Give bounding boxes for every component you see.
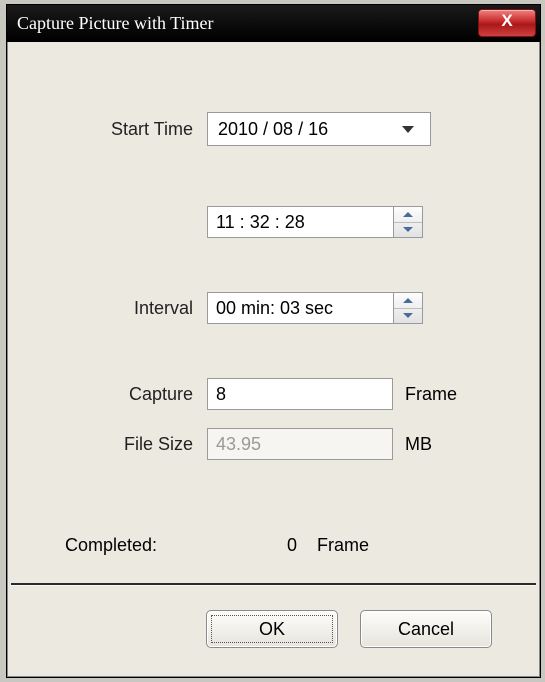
filesize-output (207, 428, 393, 460)
label-interval: Interval (65, 298, 207, 319)
interval-spin-down[interactable] (394, 309, 422, 324)
row-filesize: File Size MB (7, 428, 540, 460)
start-time-input[interactable] (207, 206, 393, 238)
ok-button[interactable]: OK (206, 610, 338, 648)
field-filesize: MB (207, 428, 432, 460)
field-start-time (207, 206, 423, 238)
capture-input[interactable] (207, 378, 393, 410)
row-start-time (7, 206, 540, 238)
dialog-body: Start Time 2010 / 08 / 16 (7, 42, 540, 678)
time-spin-down[interactable] (394, 223, 422, 238)
field-capture: Frame (207, 378, 457, 410)
arrow-up-icon (403, 298, 413, 303)
button-bar: OK Cancel (206, 610, 492, 648)
completed-unit: Frame (317, 535, 369, 556)
form-area: Start Time 2010 / 08 / 16 (7, 42, 540, 460)
interval-input[interactable] (207, 292, 393, 324)
dialog-window: Capture Picture with Timer X Start Time … (6, 4, 541, 678)
label-filesize: File Size (65, 434, 207, 455)
row-interval: Interval (7, 292, 540, 324)
row-start-date: Start Time 2010 / 08 / 16 (7, 112, 540, 146)
start-date-dropdown[interactable]: 2010 / 08 / 16 (207, 112, 431, 146)
title-bar: Capture Picture with Timer X (7, 5, 540, 42)
time-spinner (393, 206, 423, 238)
row-capture: Capture Frame (7, 378, 540, 410)
close-button[interactable]: X (478, 9, 536, 37)
arrow-up-icon (403, 212, 413, 217)
label-capture: Capture (65, 384, 207, 405)
close-icon: X (501, 11, 512, 30)
label-completed: Completed: (65, 535, 207, 556)
arrow-down-icon (403, 313, 413, 318)
cancel-button-label: Cancel (398, 619, 454, 640)
chevron-down-icon (402, 126, 414, 133)
interval-spin-up[interactable] (394, 293, 422, 309)
row-completed: Completed: 0 Frame (7, 535, 540, 556)
label-start-time: Start Time (65, 119, 207, 140)
field-interval (207, 292, 423, 324)
capture-unit: Frame (405, 384, 457, 405)
filesize-unit: MB (405, 434, 432, 455)
time-spin-up[interactable] (394, 207, 422, 223)
start-date-value: 2010 / 08 / 16 (218, 119, 328, 140)
interval-spinner (393, 292, 423, 324)
separator (11, 583, 536, 586)
cancel-button[interactable]: Cancel (360, 610, 492, 648)
completed-count: 0 (207, 535, 317, 556)
arrow-down-icon (403, 227, 413, 232)
ok-button-label: OK (259, 619, 285, 640)
field-start-date: 2010 / 08 / 16 (207, 112, 431, 146)
window-title: Capture Picture with Timer (17, 13, 214, 34)
